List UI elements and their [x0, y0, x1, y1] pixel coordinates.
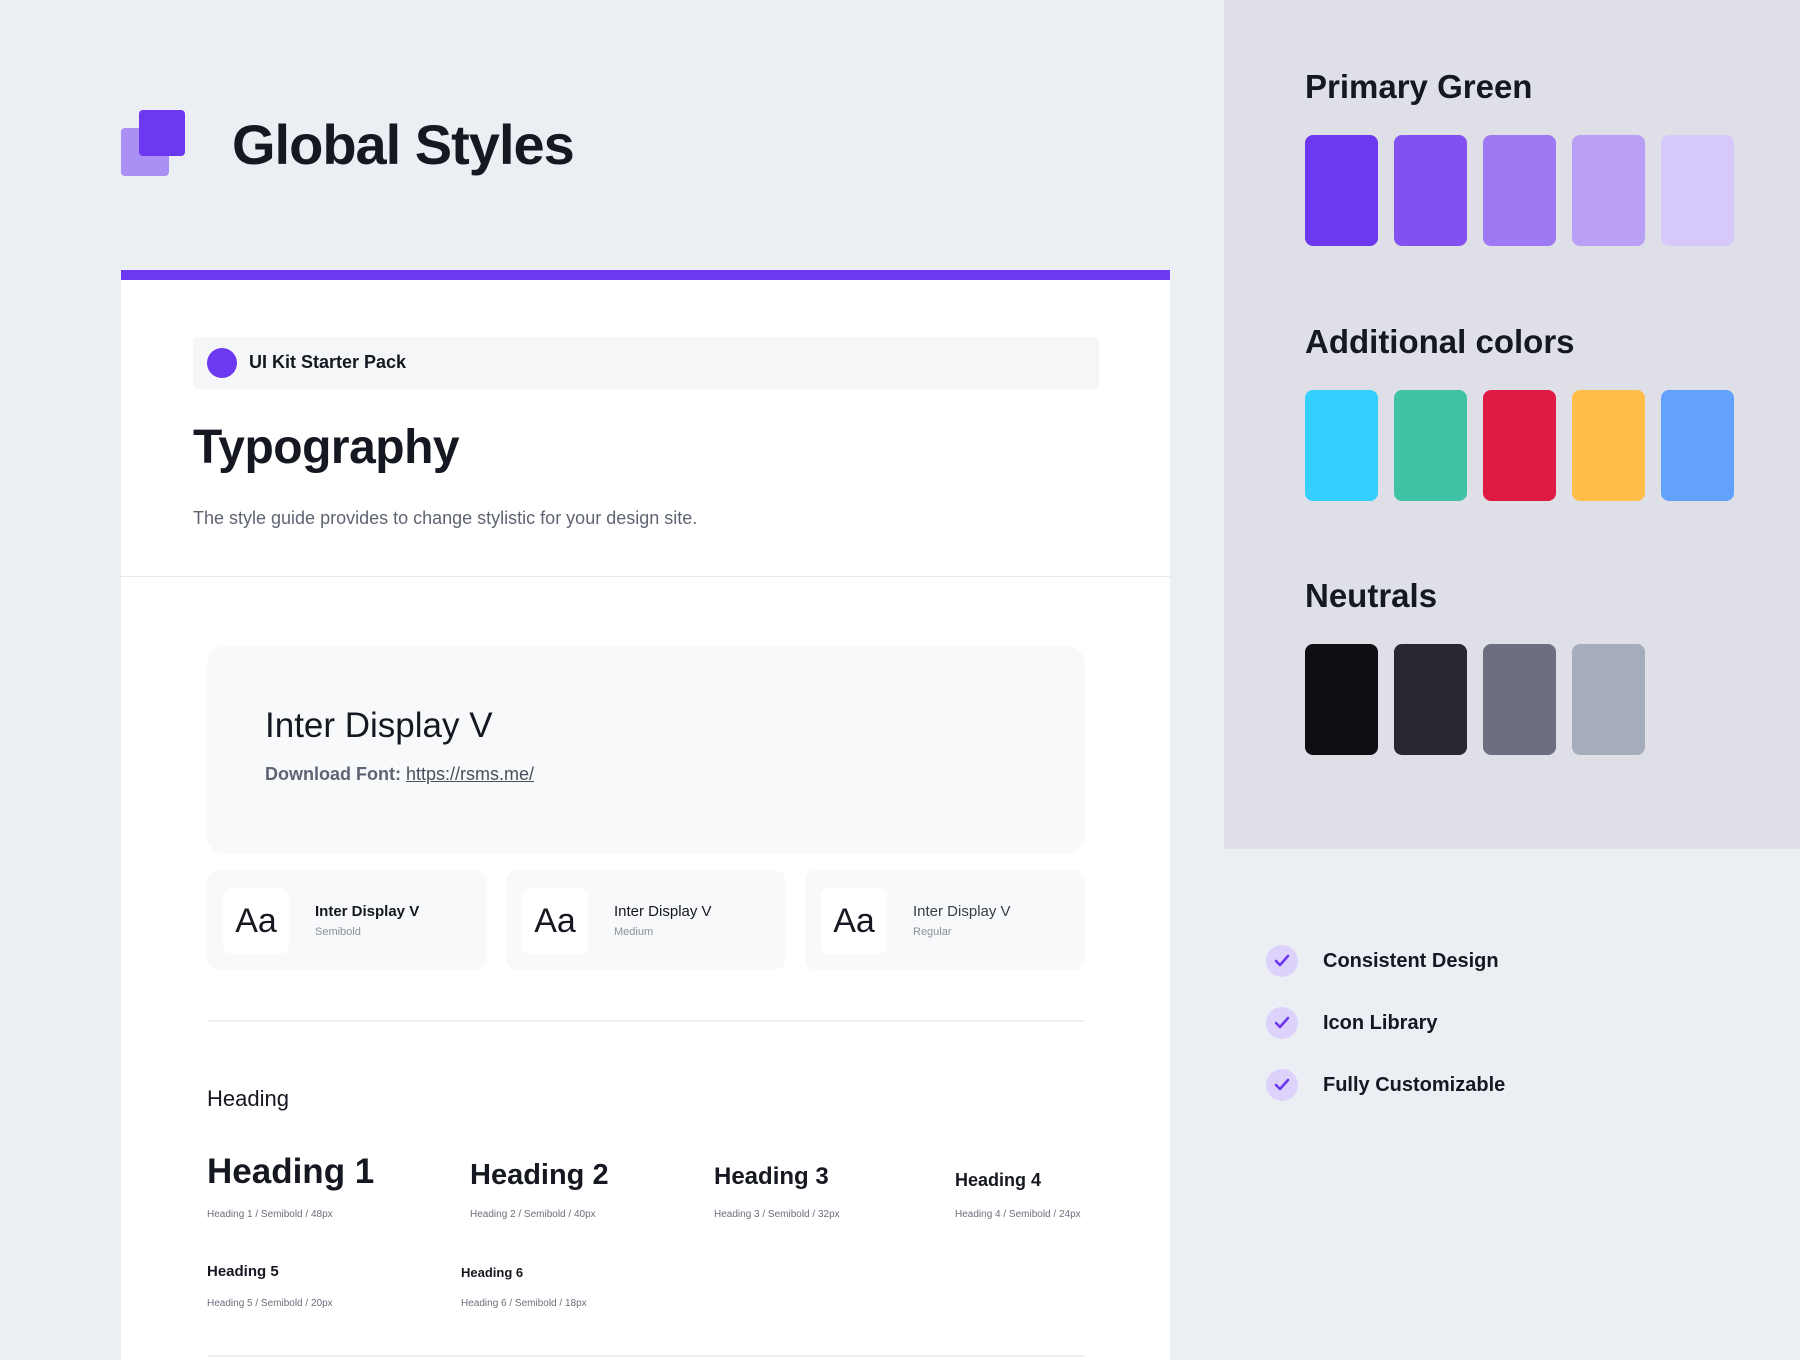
check-icon — [1266, 1007, 1298, 1039]
color-palette-panel: Primary Green Additional colors Neutrals — [1224, 0, 1800, 849]
font-weight-card-medium: Aa Inter Display V Medium — [506, 870, 786, 970]
palette-title-primary: Primary Green — [1305, 68, 1533, 105]
section-title: Typography — [193, 421, 460, 474]
font-weight-name: Inter Display V — [315, 903, 420, 920]
heading-2-sample: Heading 2 — [470, 1159, 609, 1191]
color-swatch[interactable] — [1305, 390, 1378, 501]
color-swatch[interactable] — [1661, 390, 1734, 501]
font-glyph-sample: Aa — [821, 888, 887, 954]
section-description: The style guide provides to change styli… — [193, 508, 698, 528]
heading-6-sample: Heading 6 — [461, 1265, 524, 1280]
download-font-link[interactable]: https://rsms.me/ — [406, 764, 534, 784]
check-icon — [1266, 945, 1298, 977]
color-swatch[interactable] — [1483, 390, 1556, 501]
palette-title-neutrals: Neutrals — [1305, 577, 1438, 614]
download-font-label: Download Font: — [265, 764, 401, 784]
color-swatch[interactable] — [1572, 135, 1645, 246]
feature-label: Icon Library — [1323, 1012, 1438, 1034]
font-weight-card-regular: Aa Inter Display V Regular — [805, 870, 1085, 970]
logo-front-square — [139, 110, 185, 156]
font-weight-card-semibold: Aa Inter Display V Semibold — [207, 870, 487, 970]
font-weight-label: Medium — [614, 926, 654, 938]
divider — [207, 1355, 1085, 1357]
font-weight-label: Semibold — [315, 926, 361, 938]
color-swatch[interactable] — [1483, 644, 1556, 755]
font-weight-name: Inter Display V — [913, 903, 1011, 920]
font-weight-name: Inter Display V — [614, 903, 712, 920]
heading-3-sample: Heading 3 — [714, 1163, 829, 1190]
color-swatch[interactable] — [1483, 135, 1556, 246]
page-title: Global Styles — [232, 113, 575, 176]
color-swatch[interactable] — [1661, 135, 1734, 246]
heading-2-meta: Heading 2 / Semibold / 40px — [470, 1209, 596, 1220]
heading-6-meta: Heading 6 / Semibold / 18px — [461, 1298, 587, 1309]
kit-tag-label: UI Kit Starter Pack — [249, 352, 407, 372]
divider — [121, 576, 1170, 577]
font-name: Inter Display V — [265, 706, 493, 745]
color-swatch[interactable] — [1572, 390, 1645, 501]
kit-tag-dot-icon — [207, 348, 237, 378]
color-swatch[interactable] — [1394, 135, 1467, 246]
heading-1-meta: Heading 1 / Semibold / 48px — [207, 1209, 333, 1220]
heading-section-label: Heading — [207, 1086, 289, 1111]
kit-tag: UI Kit Starter Pack — [193, 337, 1099, 389]
heading-4-sample: Heading 4 — [955, 1170, 1042, 1190]
typography-card: UI Kit Starter Pack Typography The style… — [121, 270, 1170, 1360]
font-glyph-sample: Aa — [522, 888, 588, 954]
heading-5-sample: Heading 5 — [207, 1263, 279, 1280]
color-swatch[interactable] — [1572, 644, 1645, 755]
palette-title-additional: Additional colors — [1305, 323, 1575, 360]
color-swatch[interactable] — [1305, 644, 1378, 755]
font-info-box: Inter Display V Download Font: https://r… — [207, 646, 1085, 854]
download-font-line: Download Font: https://rsms.me/ — [265, 764, 534, 785]
color-swatch[interactable] — [1305, 135, 1378, 246]
heading-1-sample: Heading 1 — [207, 1152, 375, 1191]
font-glyph-sample: Aa — [223, 888, 289, 954]
heading-4-meta: Heading 4 / Semibold / 24px — [955, 1209, 1081, 1220]
color-swatch[interactable] — [1394, 644, 1467, 755]
heading-5-meta: Heading 5 / Semibold / 20px — [207, 1298, 333, 1309]
feature-label: Consistent Design — [1323, 950, 1499, 972]
font-weight-label: Regular — [913, 926, 952, 938]
color-swatch[interactable] — [1394, 390, 1467, 501]
check-icon — [1266, 1069, 1298, 1101]
heading-3-meta: Heading 3 / Semibold / 32px — [714, 1209, 840, 1220]
logo-icon — [121, 110, 187, 176]
divider — [207, 1020, 1085, 1022]
feature-label: Fully Customizable — [1323, 1074, 1506, 1096]
